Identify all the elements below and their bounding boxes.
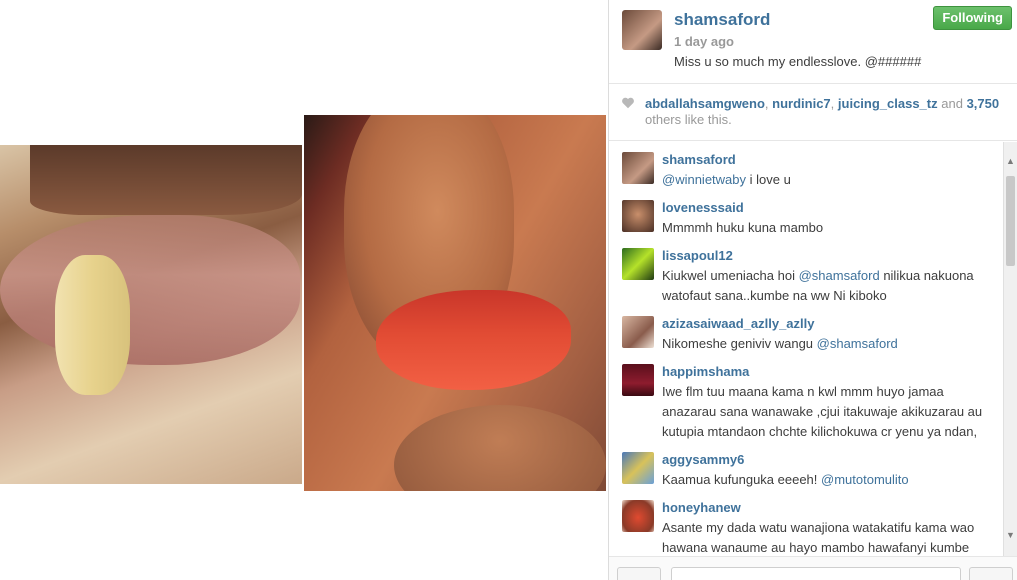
author-username[interactable]: shamsaford (674, 10, 770, 30)
heart-icon (622, 97, 634, 109)
comment-mention[interactable]: @mutotomulito (821, 472, 909, 487)
chevron-down-icon[interactable]: ▼ (1004, 528, 1017, 542)
like-button[interactable] (617, 567, 661, 580)
comment-text: Kaamua kufunguka eeeeh! @mutotomulito (662, 470, 998, 490)
comment-item: azizasaiwaad_azlly_azlly Nikomeshe geniv… (609, 315, 1004, 354)
commenter-avatar[interactable] (622, 452, 654, 484)
commenter-username[interactable]: lissapoul12 (662, 247, 998, 264)
post-caption: Miss u so much my endlesslove. @###### (674, 54, 922, 69)
comment-item: happimshama Iwe flm tuu maana kama n kwl… (609, 363, 1004, 442)
like-user-link[interactable]: abdallahsamgweno (645, 96, 765, 111)
post-side-panel: shamsaford 1 day ago Miss u so much my e… (608, 0, 1017, 580)
commenter-avatar[interactable] (622, 200, 654, 232)
comment-text-suffix: i love u (746, 172, 791, 187)
comments-list: shamsaford @winnietwaby i love u lovenes… (609, 142, 1004, 556)
comment-item: honeyhanew Asante my dada watu wanajiona… (609, 499, 1004, 556)
chevron-up-icon[interactable]: ▲ (1004, 154, 1017, 168)
photo-lip (0, 215, 300, 365)
comment-text: Asante my dada watu wanajiona watakatifu… (662, 520, 975, 555)
comment-item: shamsaford @winnietwaby i love u (609, 151, 1004, 190)
photo-teeth (55, 255, 130, 395)
likes-count[interactable]: 3,750 (967, 96, 1000, 111)
commenter-username[interactable]: lovenesssaid (662, 199, 998, 216)
commenter-username[interactable]: honeyhanew (662, 499, 998, 516)
comment-input[interactable] (671, 567, 961, 580)
commenter-avatar[interactable] (622, 316, 654, 348)
comment-text: Mmmmh huku kuna mambo (662, 220, 824, 235)
commenter-username[interactable]: shamsaford (662, 151, 998, 168)
post-photo[interactable] (0, 0, 608, 580)
photo-shadow (30, 145, 302, 215)
comment-text: Iwe flm tuu maana kama n kwl mmm huyo ja… (662, 384, 983, 439)
post-timestamp[interactable]: 1 day ago (674, 34, 734, 49)
likes-summary: abdallahsamgweno, nurdinic7, juicing_cla… (609, 84, 1017, 141)
commenter-username[interactable]: happimshama (662, 363, 998, 380)
likes-others-text: others like this. (645, 112, 732, 127)
following-button[interactable]: Following (933, 6, 1012, 30)
scrollbar-thumb[interactable] (1006, 176, 1015, 266)
comment-mention[interactable]: @shamsaford (799, 268, 880, 283)
comment-item: lissapoul12 Kiukwel umeniacha hoi @shams… (609, 247, 1004, 306)
comment-text: Nikomeshe geniviv wangu @shamsaford (662, 334, 998, 354)
comment-mention[interactable]: @shamsaford (817, 336, 898, 351)
comments-scrollbar[interactable]: ▲ ▼ (1003, 142, 1017, 556)
commenter-avatar[interactable] (622, 500, 654, 532)
like-user-link[interactable]: juicing_class_tz (838, 96, 938, 111)
comment-mention[interactable]: @winnietwaby (662, 172, 746, 187)
comment-text: Kiukwel umeniacha hoi @shamsaford niliku… (662, 266, 998, 306)
more-options-button[interactable] (969, 567, 1013, 580)
commenter-username[interactable]: aggysammy6 (662, 451, 998, 468)
photo-lips (376, 290, 571, 390)
commenter-avatar[interactable] (622, 364, 654, 396)
comment-item: lovenesssaid Mmmmh huku kuna mambo (609, 199, 1004, 238)
comment-text-prefix: Kaamua kufunguka eeeeh! (662, 472, 822, 487)
commenter-avatar[interactable] (622, 248, 654, 280)
commenter-username[interactable]: azizasaiwaad_azlly_azlly (662, 315, 998, 332)
post-header: shamsaford 1 day ago Miss u so much my e… (609, 0, 1017, 84)
commenter-avatar[interactable] (622, 152, 654, 184)
photo-left-panel (0, 145, 302, 484)
comment-text: @winnietwaby i love u (662, 170, 998, 190)
photo-chin (394, 405, 606, 491)
comment-text-prefix: Nikomeshe geniviv wangu (662, 336, 817, 351)
photo-right-panel (304, 115, 606, 491)
post-actions-bar (609, 556, 1017, 580)
comment-text-prefix: Kiukwel umeniacha hoi (662, 268, 799, 283)
like-user-link[interactable]: nurdinic7 (772, 96, 831, 111)
likes-and-text: and (941, 96, 963, 111)
comment-item: aggysammy6 Kaamua kufunguka eeeeh! @muto… (609, 451, 1004, 490)
author-avatar[interactable] (622, 10, 662, 50)
